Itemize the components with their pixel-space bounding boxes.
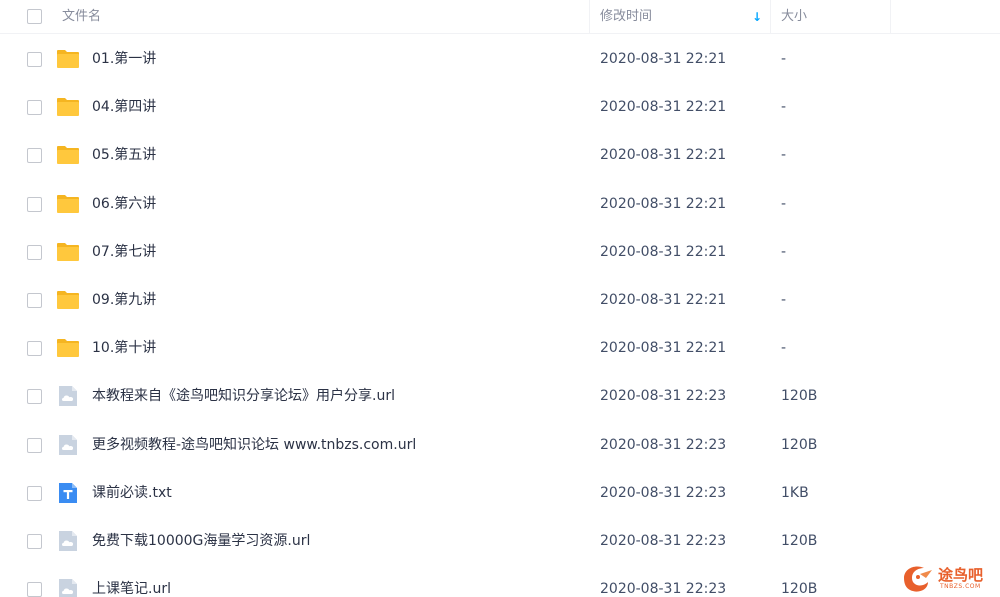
bird-logo-icon <box>904 566 932 592</box>
file-modified-time: 2020-08-31 22:23 <box>600 436 727 453</box>
file-size: - <box>781 195 787 212</box>
row-checkbox[interactable] <box>27 293 42 308</box>
file-row[interactable]: 07.第七讲 2020-08-31 22:21 - <box>0 228 1000 276</box>
row-checkbox[interactable] <box>27 437 42 453</box>
row-checkbox[interactable] <box>27 341 42 357</box>
file-size: 120B <box>781 533 818 549</box>
folder-icon <box>56 47 80 71</box>
row-checkbox[interactable] <box>27 485 42 501</box>
file-name-link[interactable]: 09.第九讲 <box>92 276 156 324</box>
file-list-table: 文件名 修改时间 ↓ 大小 01.第一讲 2020-08-31 22:21-04.… <box>0 0 1000 597</box>
file-row[interactable]: 06.第六讲 2020-08-31 22:21 - <box>0 180 1000 228</box>
file-row[interactable]: 04.第四讲 2020-08-31 22:21 - <box>0 83 1000 131</box>
row-checkbox[interactable] <box>27 100 42 116</box>
folder-icon <box>56 288 80 312</box>
file-size: 120B <box>781 388 818 405</box>
file-name-link[interactable]: 06.第六讲 <box>92 180 156 228</box>
file-size: - <box>781 147 787 164</box>
row-checkbox[interactable] <box>27 582 42 597</box>
folder-icon <box>56 143 80 167</box>
file-row[interactable]: 课前必读.txt 2020-08-31 22:23 1KB <box>0 469 1000 517</box>
column-header-mtime[interactable]: 修改时间 <box>600 0 652 34</box>
column-divider <box>770 0 771 34</box>
column-header-size[interactable]: 大小 <box>781 0 807 34</box>
file-size: 120B <box>781 581 818 597</box>
folder-icon <box>56 240 80 264</box>
sort-desc-icon[interactable]: ↓ <box>752 0 762 34</box>
file-modified-time: 2020-08-31 22:23 <box>600 533 727 549</box>
txt-file-icon <box>56 481 80 505</box>
folder-icon <box>56 192 80 216</box>
url-file-icon <box>56 384 80 408</box>
column-header-name[interactable]: 文件名 <box>62 0 101 34</box>
file-name-link[interactable]: 05.第五讲 <box>92 131 156 179</box>
column-divider <box>890 0 891 34</box>
select-all-checkbox[interactable] <box>27 9 42 24</box>
file-size: 120B <box>781 436 818 453</box>
file-modified-time: 2020-08-31 22:21 <box>600 51 727 67</box>
column-divider <box>589 0 590 34</box>
file-modified-time: 2020-08-31 22:23 <box>600 388 727 405</box>
file-name-link[interactable]: 07.第七讲 <box>92 228 156 276</box>
folder-icon <box>56 336 80 360</box>
row-checkbox[interactable] <box>27 52 42 67</box>
folder-icon <box>56 95 80 119</box>
file-name-link[interactable]: 课前必读.txt <box>92 469 172 517</box>
file-row[interactable]: 更多视频教程-途鸟吧知识论坛 www.tnbzs.com.url 2020-08-… <box>0 421 1000 469</box>
file-modified-time: 2020-08-31 22:21 <box>600 243 727 260</box>
file-row[interactable]: 10.第十讲 2020-08-31 22:21 - <box>0 324 1000 372</box>
file-name-link[interactable]: 本教程来自《途鸟吧知识分享论坛》用户分享.url <box>92 372 395 420</box>
url-file-icon <box>56 577 80 597</box>
file-modified-time: 2020-08-31 22:21 <box>600 147 727 164</box>
file-modified-time: 2020-08-31 22:21 <box>600 99 727 116</box>
file-size: - <box>781 243 787 260</box>
file-modified-time: 2020-08-31 22:23 <box>600 581 727 597</box>
row-checkbox[interactable] <box>27 534 42 549</box>
site-watermark: 途鸟吧 TNBZS.COM <box>898 560 998 594</box>
file-row[interactable]: 01.第一讲 2020-08-31 22:21 - <box>0 35 1000 83</box>
file-name-link[interactable]: 免费下载10000G海量学习资源.url <box>92 517 310 565</box>
file-row[interactable]: 09.第九讲 2020-08-31 22:21 - <box>0 276 1000 324</box>
file-modified-time: 2020-08-31 22:23 <box>600 484 727 501</box>
file-modified-time: 2020-08-31 22:21 <box>600 195 727 212</box>
file-name-link[interactable]: 10.第十讲 <box>92 324 156 372</box>
file-row[interactable]: 上课笔记.url 2020-08-31 22:23 120B <box>0 565 1000 597</box>
file-row[interactable]: 免费下载10000G海量学习资源.url 2020-08-31 22:23 120B <box>0 517 1000 565</box>
table-header: 文件名 修改时间 ↓ 大小 <box>0 0 1000 34</box>
file-size: 1KB <box>781 484 809 501</box>
file-size: - <box>781 292 787 308</box>
watermark-text: 途鸟吧 <box>938 566 984 584</box>
file-modified-time: 2020-08-31 22:21 <box>600 292 727 308</box>
url-file-icon <box>56 433 80 457</box>
file-name-link[interactable]: 01.第一讲 <box>92 35 156 83</box>
watermark-subtext: TNBZS.COM <box>940 583 981 590</box>
file-size: - <box>781 51 787 67</box>
file-name-link[interactable]: 更多视频教程-途鸟吧知识论坛 www.tnbzs.com.url <box>92 421 416 469</box>
row-checkbox[interactable] <box>27 244 42 260</box>
file-size: - <box>781 99 787 116</box>
url-file-icon <box>56 529 80 553</box>
file-name-link[interactable]: 04.第四讲 <box>92 83 156 131</box>
row-checkbox[interactable] <box>27 148 42 164</box>
file-row[interactable]: 本教程来自《途鸟吧知识分享论坛》用户分享.url 2020-08-31 22:23… <box>0 372 1000 420</box>
file-modified-time: 2020-08-31 22:21 <box>600 340 727 357</box>
row-checkbox[interactable] <box>27 389 42 405</box>
file-row[interactable]: 05.第五讲 2020-08-31 22:21 - <box>0 131 1000 179</box>
file-name-link[interactable]: 上课笔记.url <box>92 565 171 597</box>
row-checkbox[interactable] <box>27 196 42 212</box>
file-size: - <box>781 340 787 357</box>
